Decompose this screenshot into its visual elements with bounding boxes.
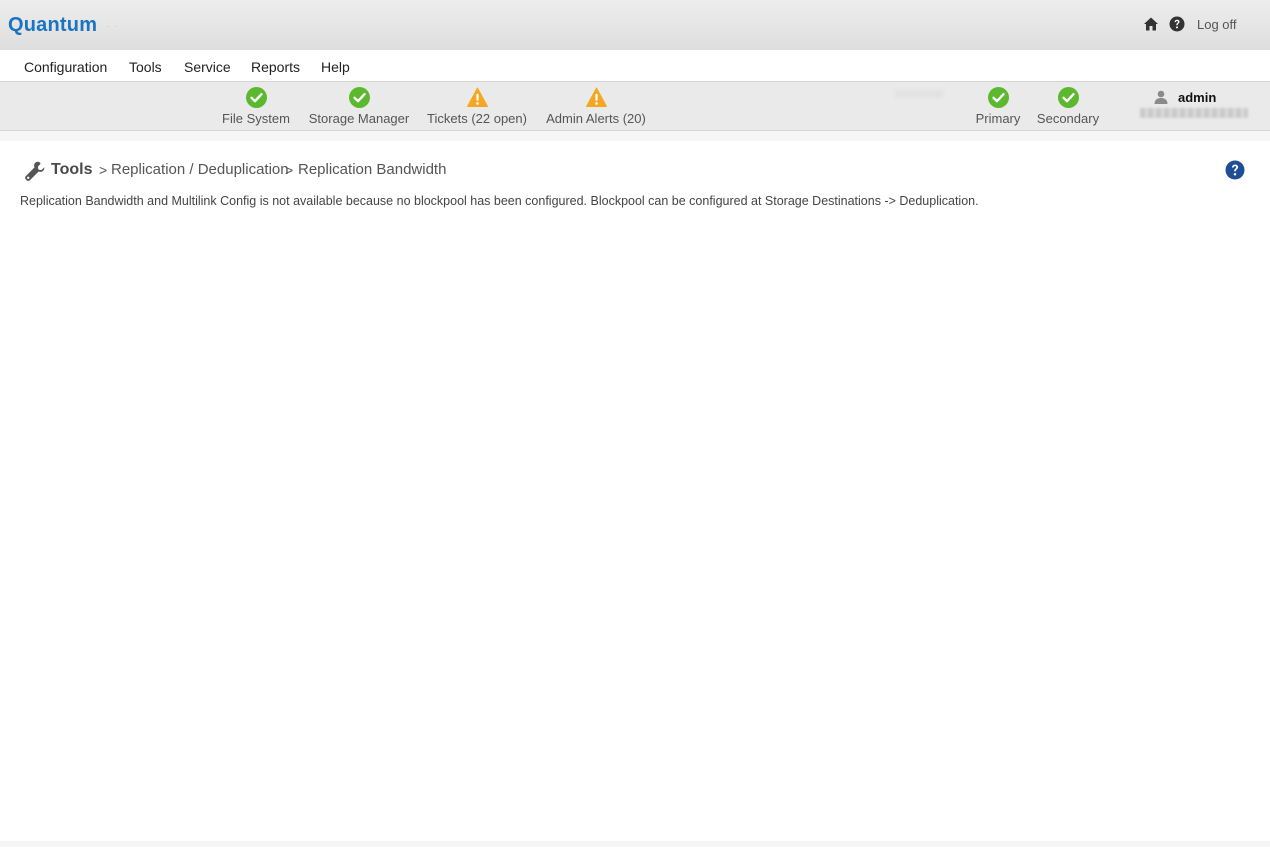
system-status-bar: File System Storage Manager Tickets (22 … [0,82,1270,131]
warning-triangle-icon [585,87,607,107]
menu-service[interactable]: Service [184,59,231,75]
menu-help[interactable]: Help [321,59,350,75]
menu-tools[interactable]: Tools [129,59,162,75]
breadcrumb-replication-deduplication[interactable]: Replication / Deduplication [111,161,289,178]
quantum-logo[interactable]: Quantum [8,14,97,37]
status-label: Admin Alerts (20) [546,111,646,126]
status-secondary[interactable]: Secondary [1034,87,1102,126]
check-circle-icon [348,87,370,108]
unavailable-message: Replication Bandwidth and Multilink Conf… [20,194,979,208]
redacted-hostname [1140,108,1248,118]
status-admin-alerts[interactable]: Admin Alerts (20) [542,87,650,126]
user-name: admin [1178,90,1217,105]
user-icon [1154,90,1168,104]
breadcrumb-root[interactable]: Tools [51,161,92,179]
redacted-text [895,90,943,98]
content-separator [0,131,1270,141]
status-tickets[interactable]: Tickets (22 open) [424,87,530,126]
top-header-bar: Quantum · · Log off [0,0,1270,50]
logo-dots-decoration: · · [106,22,120,31]
check-circle-icon [987,87,1009,108]
main-menu-bar: Configuration Tools Service Reports Help [0,50,1270,82]
status-label: Primary [975,111,1021,126]
breadcrumb-separator: > [99,162,108,178]
status-label: File System [222,111,290,126]
help-circle-icon[interactable] [1225,160,1245,180]
question-circle-icon[interactable] [1169,16,1185,32]
check-circle-icon [245,87,267,108]
status-label: Secondary [1036,111,1100,126]
warning-triangle-icon [466,87,488,107]
footer-band [0,841,1270,847]
check-circle-icon [1057,87,1079,108]
breadcrumb-current-page: Replication Bandwidth [298,161,447,178]
status-label: Storage Manager [308,111,410,126]
menu-configuration[interactable]: Configuration [24,59,107,75]
home-icon[interactable] [1143,16,1159,32]
logoff-link[interactable]: Log off [1197,17,1237,32]
breadcrumb-separator: > [285,162,294,178]
menu-reports[interactable]: Reports [251,59,300,75]
status-label: Tickets (22 open) [427,111,527,126]
status-storage-manager[interactable]: Storage Manager [306,87,412,126]
wrench-icon [25,161,45,181]
status-primary[interactable]: Primary [973,87,1023,126]
main-content: Tools > Replication / Deduplication > Re… [0,131,1270,847]
status-file-system[interactable]: File System [218,87,294,126]
